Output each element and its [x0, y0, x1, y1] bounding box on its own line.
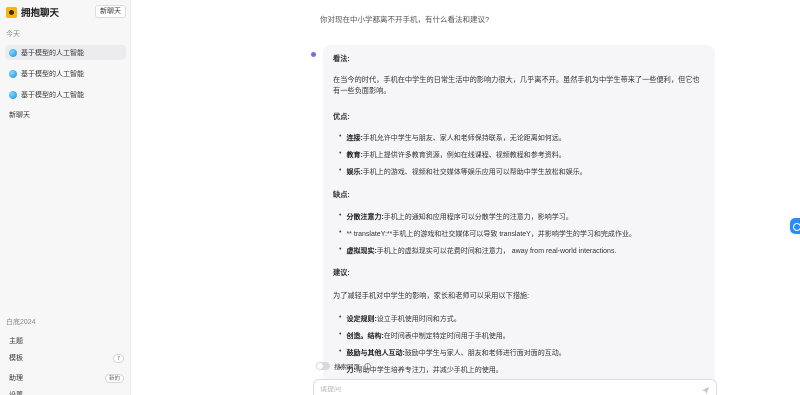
- floating-assistant-icon[interactable]: [790, 218, 800, 234]
- item-title: 设定规则:: [346, 316, 377, 323]
- item-title: 创造。结构:: [346, 333, 384, 340]
- history-item-label: 基于模型的人工智能: [21, 91, 84, 99]
- sidebar-item-models[interactable]: 模板 7: [9, 353, 124, 363]
- history-item[interactable]: 基于模型的人工智能: [5, 66, 126, 81]
- send-icon[interactable]: [701, 386, 710, 395]
- sidebar-item-label: 助理: [9, 375, 23, 382]
- item-text: 手机上的虚拟现实可以花费时间和注意力， away from real-world…: [376, 248, 617, 255]
- sidebar-item-label: 模板: [9, 355, 23, 362]
- item-text: 手机允许中学生与朋友、家人和老师保持联系，无论距离如何远。: [362, 135, 566, 142]
- item-text: 在时间表中制定特定时间用于手机使用。: [383, 333, 510, 340]
- history-item-label: 基于模型的人工智能: [21, 70, 84, 78]
- list-item: • 设定规则:设立手机使用时间和方式。: [339, 314, 461, 323]
- list-item: • 鼓励与其他人互动:鼓励中学生与家人、朋友和老师进行面对面的互动。: [339, 348, 566, 357]
- history-item-label: 基于模型的人工智能: [21, 49, 84, 57]
- list-item: • ** translateY:**手机上的游戏和社交媒体可以导致 transl…: [339, 229, 636, 238]
- chat-input-box: [313, 379, 717, 395]
- new-chat-link[interactable]: 新聊天: [9, 110, 30, 120]
- item-title: 分散注意力:: [346, 214, 384, 221]
- model-globe-icon: [9, 90, 17, 99]
- new-chat-button[interactable]: 新聊天: [95, 5, 126, 18]
- assistant-indicator-icon: [311, 52, 316, 57]
- heading-pros: 优点:: [333, 112, 350, 121]
- history-item[interactable]: 基于模型的人工智能: [5, 45, 126, 60]
- today-section-label: 今天: [6, 31, 20, 38]
- item-title: ** translateY:: [346, 231, 387, 238]
- web-search-toggle-row: 搜索网页 i: [316, 361, 371, 371]
- sidebar-item-theme[interactable]: 主题: [9, 336, 23, 346]
- info-icon[interactable]: i: [364, 362, 371, 370]
- models-count-badge: 7: [112, 353, 124, 363]
- answer-intro: 在当今的时代，手机在中学生的日常生活中的影响力很大，几乎离不开。虽然手机为中学生…: [333, 75, 700, 95]
- list-item: • 连接:手机允许中学生与朋友、家人和老师保持联系，无论距离如何远。: [339, 133, 566, 142]
- web-search-label: 搜索网页: [334, 364, 360, 371]
- sidebar: 拥抱聊天 新聊天 今天 基于模型的人工智能 基于模型的人工智能 基于模型的人工智…: [0, 0, 131, 395]
- heading-cons: 缺点:: [333, 190, 350, 199]
- heading-advice: 建议:: [333, 268, 350, 277]
- list-item: • 力:帮助中学生培养专注力，并减少手机上的使用。: [339, 365, 503, 374]
- brand[interactable]: 拥抱聊天: [6, 5, 59, 19]
- web-search-toggle[interactable]: [316, 362, 330, 370]
- item-title: 鼓励与其他人互动:: [346, 350, 405, 357]
- assistant-answer: 看法: 在当今的时代，手机在中学生的日常生活中的影响力很大，几乎离不开。虽然手机…: [323, 45, 715, 385]
- list-item: • 娱乐:手机上的游戏、视频和社交媒体等娱乐应用可以帮助中学生放松和娱乐。: [339, 167, 587, 176]
- sidebar-item-settings[interactable]: 设置: [9, 390, 23, 395]
- list-item: • 创造。结构:在时间表中制定特定时间用于手机使用。: [339, 331, 510, 340]
- theme-label[interactable]: 白底2024: [6, 317, 36, 327]
- brand-logo-icon: [6, 6, 17, 18]
- sidebar-item-assistants[interactable]: 助理 新的: [9, 373, 124, 383]
- history-item[interactable]: 基于模型的人工智能: [5, 87, 126, 102]
- item-title: 娱乐:: [346, 169, 363, 176]
- model-globe-icon: [9, 69, 17, 78]
- item-text: **手机上的游戏和社交媒体可以导致 translateY，并影响学生的学习和完成…: [386, 231, 636, 238]
- list-item: • 教育:手机上提供许多教育资源，例如在线课程、视频教程和参考资料。: [339, 150, 566, 159]
- heading-view: 看法:: [333, 54, 350, 63]
- new-badge: 新的: [104, 373, 124, 383]
- advice-intro: 为了减轻手机对中学生的影响，家长和老师可以采用以下措施:: [333, 291, 530, 300]
- user-question: 你对现在中小学都离不开手机，有什么看法和建议?: [320, 15, 490, 24]
- brand-name: 拥抱聊天: [21, 8, 60, 19]
- item-text: 设立手机使用时间和方式。: [376, 316, 461, 323]
- list-item: • 虚拟现实:手机上的虚拟现实可以花费时间和注意力， away from rea…: [339, 246, 617, 255]
- chat-input[interactable]: [320, 386, 680, 393]
- item-title: 虚拟现实:: [346, 248, 377, 255]
- item-text: 手机上的通知和应用程序可以分散学生的注意力，影响学习。: [383, 214, 573, 221]
- item-text: 手机上提供许多教育资源，例如在线课程、视频教程和参考资料。: [362, 152, 566, 159]
- item-title: 连接:: [346, 135, 363, 142]
- item-title: 教育:: [346, 152, 363, 159]
- model-globe-icon: [9, 48, 17, 57]
- item-text: 鼓励中学生与家人、朋友和老师进行面对面的互动。: [404, 350, 566, 357]
- item-text: 帮助中学生培养专注力，并减少手机上的使用。: [355, 367, 503, 374]
- list-item: • 分散注意力:手机上的通知和应用程序可以分散学生的注意力，影响学习。: [339, 212, 573, 221]
- item-text: 手机上的游戏、视频和社交媒体等娱乐应用可以帮助中学生放松和娱乐。: [362, 169, 587, 176]
